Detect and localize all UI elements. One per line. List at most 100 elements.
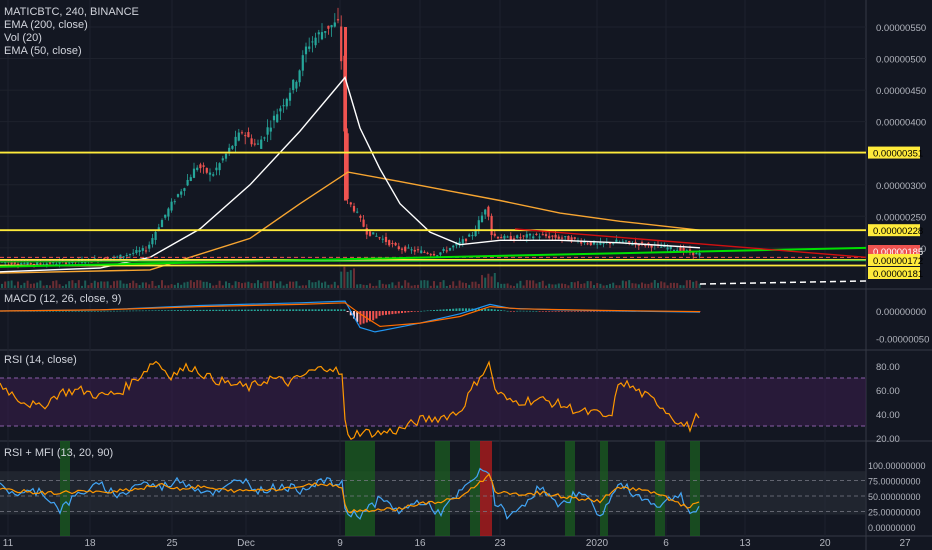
volume-bar <box>74 283 77 288</box>
macd-histogram-bar <box>209 309 211 311</box>
volume-bar <box>36 282 39 288</box>
green-highlight <box>690 441 700 536</box>
volume-bar <box>33 283 35 288</box>
macd-histogram-bar <box>199 309 202 311</box>
time-tick-label: 18 <box>84 538 96 549</box>
candle-body <box>330 25 333 28</box>
candle-body <box>356 211 359 213</box>
volume-bar <box>68 281 71 288</box>
macd-histogram-bar <box>333 309 336 311</box>
volume-bar <box>439 282 442 288</box>
macd-histogram-bar <box>577 311 579 312</box>
candle-body <box>349 202 352 205</box>
candle-body <box>365 228 368 235</box>
macd-histogram-bar <box>401 311 403 314</box>
candle-body <box>132 252 135 254</box>
candle-body <box>269 127 272 132</box>
macd-histogram-bar <box>141 310 144 312</box>
volume-bar <box>468 284 471 288</box>
macd-histogram-bar <box>157 310 160 311</box>
volume-bar <box>666 285 669 288</box>
candle-body <box>503 235 506 239</box>
macd-histogram-bar <box>161 310 163 311</box>
macd-histogram-bar <box>346 311 349 313</box>
macd-histogram-bar <box>129 310 131 312</box>
macd-histogram-bar <box>519 310 522 312</box>
macd-histogram-bar <box>263 309 266 311</box>
macd-histogram-bar <box>71 311 74 312</box>
candle-body <box>20 263 23 265</box>
volume-bar <box>346 271 349 288</box>
volume-bar <box>420 280 423 288</box>
candle-body <box>116 256 119 258</box>
price-label: 0.00000172 <box>873 256 923 267</box>
macd-histogram-bar <box>241 309 243 311</box>
volume-bar <box>234 281 237 288</box>
volume-bar <box>113 281 115 288</box>
macd-histogram-bar <box>113 310 115 312</box>
macd-histogram-bar <box>177 310 179 311</box>
volume-bar <box>580 283 583 288</box>
macd-histogram-bar <box>247 309 250 311</box>
macd-histogram-bar <box>173 310 176 311</box>
volume-bar <box>519 280 522 288</box>
volume-bar <box>628 280 631 288</box>
volume-bar <box>247 281 250 288</box>
volume-bar <box>385 284 387 288</box>
candle-body <box>314 37 317 46</box>
candle-body <box>308 46 311 49</box>
volume-bar <box>231 285 234 288</box>
candle-body <box>263 137 266 139</box>
volume-bar <box>196 280 199 288</box>
candle-body <box>247 132 250 138</box>
macd-histogram-bar <box>564 311 567 312</box>
candle-body <box>384 236 388 242</box>
candle-body <box>596 243 599 245</box>
macd-histogram-bar <box>548 311 551 312</box>
candle-body <box>170 201 173 211</box>
volume-bar <box>506 283 509 288</box>
volume-bar <box>49 285 51 288</box>
candle-body <box>429 254 432 256</box>
price-tick-label: 0.00000450 <box>876 86 926 97</box>
macd-histogram-bar <box>228 309 231 311</box>
candle-body <box>138 250 141 252</box>
price-axis: 0.00000550 0.00000500 0.00000450 0.00000400… <box>868 23 929 533</box>
candle-body <box>160 220 164 228</box>
macd-histogram-bar <box>77 311 80 312</box>
volume-bar <box>471 281 474 288</box>
candle-body <box>250 138 253 145</box>
rsimfi-tick-label: 0.00000000 <box>868 523 916 533</box>
volume-bar <box>154 285 157 288</box>
candle-body <box>509 236 512 240</box>
rsi-tick-label: 40.00 <box>876 410 900 421</box>
candle-body <box>151 238 154 245</box>
volume-bar <box>71 280 74 288</box>
volume-bar <box>343 266 346 288</box>
volume-bar <box>189 280 192 288</box>
macd-histogram-bar <box>573 311 576 312</box>
candle-body <box>359 215 362 218</box>
volume-bar <box>273 280 275 288</box>
chart-canvas[interactable]: 0.00000550 0.00000500 0.00000450 0.00000400… <box>0 0 932 550</box>
volume-bar <box>241 283 243 288</box>
candle-body <box>420 250 423 254</box>
volume-bar <box>23 282 26 288</box>
green-highlight <box>600 441 608 536</box>
candle-body <box>298 70 301 83</box>
candle-body <box>224 153 228 159</box>
volume-bar <box>17 281 19 288</box>
candle-body <box>144 250 148 252</box>
volume-bar <box>615 285 618 288</box>
volume-bar <box>605 285 608 288</box>
macd-histogram-bar <box>292 309 295 311</box>
volume-bar <box>119 280 122 288</box>
volume-bar <box>497 282 499 288</box>
macd-histogram-bar <box>516 310 519 312</box>
volume-bar <box>77 280 80 288</box>
candle-body <box>506 236 509 238</box>
time-tick-label: 13 <box>739 538 751 549</box>
candle-body <box>448 247 452 251</box>
volume-bar <box>538 282 541 288</box>
volume-bar <box>618 285 621 288</box>
